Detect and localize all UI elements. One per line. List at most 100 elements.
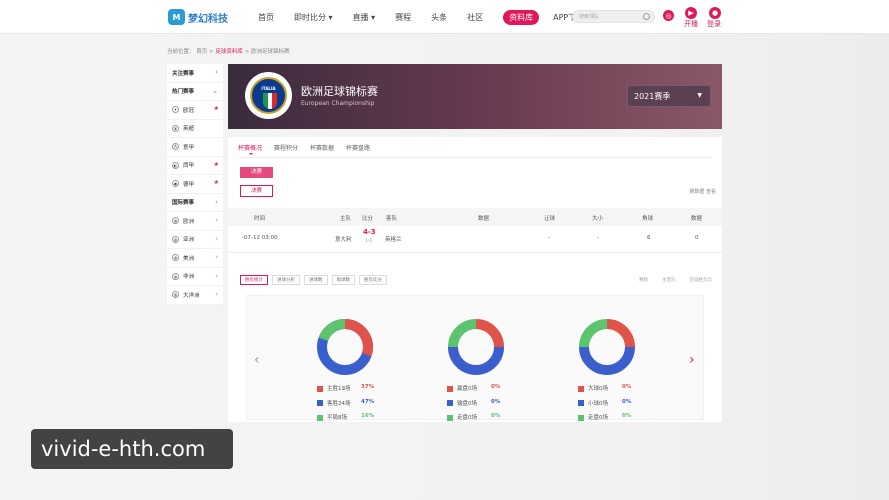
search-icon[interactable] [643, 13, 650, 20]
competition-subtitle: European Championship [301, 100, 375, 107]
nav-community[interactable]: 社区 [467, 12, 483, 23]
chevron-left-icon[interactable]: ‹ [254, 352, 260, 368]
match-score[interactable]: 4-3 [363, 228, 376, 236]
round-button-final[interactable]: 决赛 [240, 167, 273, 178]
round-button-final-alt[interactable]: 决赛 [240, 185, 273, 197]
nav-live-score-label: 即时比分 [294, 13, 326, 22]
breadcrumb-current: 欧洲足球锦标赛 [251, 49, 290, 55]
chevron-down-icon: ⌄ [212, 86, 218, 95]
sidebar-item-oceania[interactable]: ◍ 大洋洲 › [167, 286, 223, 305]
sidebar-item-label: 亚洲 [183, 237, 195, 244]
legend-label: 客胜24场 [327, 400, 351, 407]
sidebar-item-bundesliga[interactable]: ◉ 德甲 ★ [167, 175, 223, 194]
login-link[interactable]: 登录 [707, 19, 721, 29]
legend-swatch [447, 414, 453, 421]
broadcast-icon[interactable]: ▶ [685, 7, 697, 19]
filter-matches[interactable]: 赛数 [639, 277, 648, 283]
chevron-right-icon[interactable]: › [689, 352, 695, 368]
sidebar-item-americas[interactable]: ◍ 美洲 › [167, 249, 223, 268]
sidebar-item-europe[interactable]: ◍ 欧洲 › [167, 212, 223, 231]
search-input[interactable]: 搜索球队 [572, 10, 655, 23]
filter-region[interactable]: 区域胜负比 [690, 277, 713, 283]
legend-swatch [447, 400, 453, 406]
sidebar-item-label: 非洲 [183, 274, 195, 281]
away-team[interactable]: 英格兰 [385, 235, 402, 243]
sidebar-item-seriea[interactable]: A 意甲 [167, 138, 223, 157]
sidebar-item-international[interactable]: 国际赛事 › [167, 194, 223, 212]
breadcrumb-library[interactable]: 足球资料库 [215, 49, 243, 55]
star-icon[interactable]: ★ [214, 179, 219, 186]
breadcrumb-home[interactable]: 首页 [196, 49, 207, 55]
legend-item: 小球0场 0% [578, 399, 631, 414]
sidebar-item-epl[interactable]: ♛ 英超 [167, 120, 223, 138]
nav-home[interactable]: 首页 [258, 12, 274, 23]
site-logo[interactable]: M 梦幻科技 Dreaming Information [168, 8, 228, 26]
tab-cup-odds[interactable]: 杯赛盘路 [346, 143, 370, 152]
nav-database[interactable]: 资料库 [503, 10, 540, 25]
stat-tab-corners[interactable]: 角球数 [331, 275, 355, 285]
legend-swatch [317, 385, 323, 392]
stat-tab-goals[interactable]: 进球数 [304, 275, 328, 285]
season-select[interactable]: 2021赛季 ▼ [627, 85, 711, 107]
tab-schedule-standings[interactable]: 赛程积分 [274, 143, 298, 152]
win-loss-donut [317, 318, 374, 375]
logo-badge-icon: M [168, 9, 185, 25]
stats-charts-area: ‹ › 主胜19场 37% 客胜24场 47% 平局8场 16% 赢盘0场 0% 输盘0… [246, 295, 704, 421]
sidebar-item-label: 德甲 [183, 181, 195, 188]
sidebar-item-asia[interactable]: ◍ 亚洲 › [167, 231, 223, 249]
filter-home-away[interactable]: 主客队 [662, 277, 676, 283]
sidebar-item-label: 大洋洲 [183, 292, 200, 299]
tab-overview[interactable]: 杯赛概况 [238, 143, 262, 155]
sidebar-item-label: 欧冠 [183, 107, 195, 114]
nav-live-label: 直播 [352, 13, 369, 22]
open-broadcast-link[interactable]: 开播 [684, 19, 698, 29]
sidebar-item-label: 美洲 [183, 255, 195, 262]
nav-headlines[interactable]: 头条 [431, 12, 447, 23]
epl-icon: ♛ [172, 124, 179, 132]
stat-tab-goal-analysis[interactable]: 进球分析 [272, 275, 300, 285]
sidebar-item-laliga[interactable]: ◐ 西甲 ★ [167, 157, 223, 175]
star-icon[interactable]: ★ [214, 105, 219, 112]
home-team[interactable]: 意大利 [335, 235, 352, 243]
legend-label: 走盘0场 [588, 415, 608, 421]
stat-tab-win-loss[interactable]: 胜负统计 [240, 275, 268, 285]
legend-label: 主胜19场 [327, 386, 351, 392]
col-over-under: 大小 [592, 216, 604, 222]
sidebar-item-africa[interactable]: ◍ 非洲 › [167, 268, 223, 286]
content-tabs: 杯赛概况 赛程积分 杯赛数据 杯赛盘路 [238, 143, 370, 155]
sidebar-item-ucl[interactable]: ✦ 欧冠 ★ [167, 101, 223, 120]
view-data-link[interactable]: 赛数据 查看 [689, 188, 716, 195]
competition-banner: ITALIA 欧洲足球锦标赛 European Championship 202… [228, 64, 722, 129]
col-away: 客队 [386, 216, 398, 222]
nav-live[interactable]: 直播 ▾ [353, 12, 376, 23]
sidebar-item-followed[interactable]: 关注赛事 › [167, 64, 223, 83]
star-icon[interactable]: ★ [214, 161, 219, 168]
half-score: 1-1 [365, 239, 373, 244]
sidebar-item-label: 热门赛事 [172, 89, 195, 96]
caret-down-icon: ▼ [697, 92, 702, 99]
table-row[interactable]: -07-12 03:00 意大利 4-3 1-1 英格兰 - - 6 0 [228, 226, 722, 253]
legend-item: 客胜24场 47% [317, 399, 374, 414]
col-corner: 角球 [642, 216, 654, 222]
tab-cup-data[interactable]: 杯赛数据 [310, 143, 334, 152]
sidebar-item-hot[interactable]: 热门赛事 ⌄ [167, 83, 223, 101]
nav-schedule[interactable]: 赛程 [395, 12, 411, 23]
emblem-text: ITALIA [261, 86, 276, 91]
chevron-right-icon: › [215, 234, 218, 243]
chevron-right-icon: › [215, 216, 218, 224]
stats-value: 0 [695, 235, 699, 241]
corner-value: 6 [647, 235, 651, 241]
col-stats: 数据 [691, 216, 703, 222]
user-center-icon[interactable]: ◎ [663, 10, 674, 21]
sidebar-item-label: 西甲 [183, 163, 195, 170]
bundesliga-icon: ◉ [172, 180, 179, 188]
legend-percent: 0% [491, 413, 501, 419]
sidebar-item-label: 英超 [183, 126, 195, 133]
stat-tab-score[interactable]: 胜负比分 [359, 275, 387, 285]
nav-live-score[interactable]: 即时比分 ▾ [294, 12, 333, 23]
login-icon[interactable]: ● [709, 7, 721, 19]
season-value: 2021赛季 [634, 92, 671, 101]
breadcrumb-separator: > [244, 49, 250, 55]
globe-icon: ◍ [172, 217, 179, 225]
globe-icon: ◍ [172, 272, 179, 280]
